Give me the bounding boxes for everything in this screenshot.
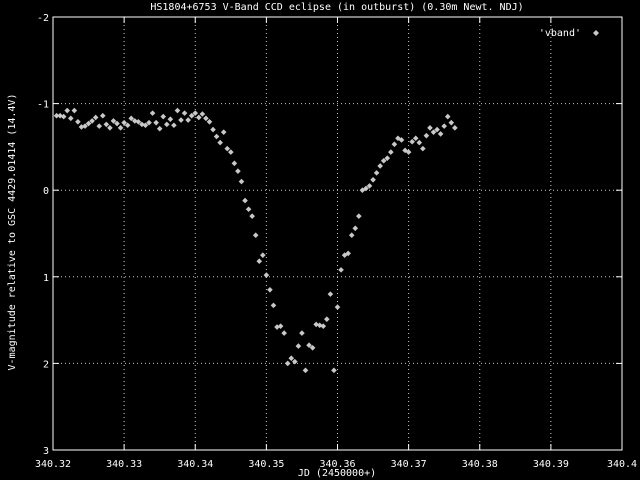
legend-label: 'vband' bbox=[539, 28, 581, 39]
chart-background bbox=[0, 0, 640, 480]
x-tick-label: 340.38 bbox=[462, 459, 498, 470]
chart-title: HS1804+6753 V-Band CCD eclipse (in outbu… bbox=[150, 2, 523, 13]
y-tick-label: 3 bbox=[43, 446, 49, 457]
x-tick-label: 340.34 bbox=[177, 459, 213, 470]
y-axis-label: V-magnitude relative to GSC 4429.01414 (… bbox=[7, 94, 18, 371]
x-tick-label: 340.33 bbox=[106, 459, 142, 470]
chart: 340.32 340.33 340.34 340.35 340.36 340.37 340.… bbox=[0, 0, 640, 480]
y-tick-label: 2 bbox=[43, 359, 49, 370]
y-tick-label: -1 bbox=[37, 100, 49, 111]
x-tick-label: 340.37 bbox=[391, 459, 427, 470]
x-tick-label: 340.39 bbox=[533, 459, 569, 470]
x-tick-label: 340.35 bbox=[248, 459, 284, 470]
y-tick-label: 1 bbox=[43, 273, 49, 284]
x-tick-label: 340.4 bbox=[607, 459, 637, 470]
x-axis-label: JD (2450000+) bbox=[298, 468, 376, 479]
y-tick-label: 0 bbox=[43, 186, 49, 197]
y-tick-label: -2 bbox=[37, 13, 49, 24]
x-tick-label: 340.32 bbox=[35, 459, 71, 470]
